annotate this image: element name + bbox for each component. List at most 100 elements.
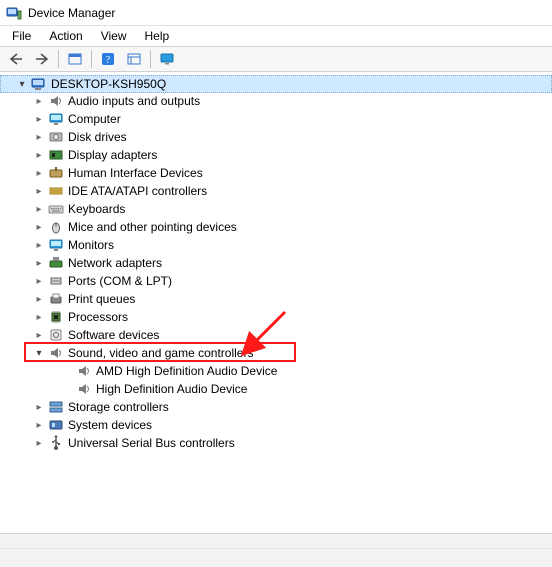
expander-icon[interactable]	[32, 418, 46, 432]
usb-icon	[48, 435, 64, 451]
properties-button[interactable]	[122, 48, 146, 70]
tree-item-label: Display adapters	[68, 148, 165, 162]
menu-action[interactable]: Action	[41, 28, 90, 44]
tree-category[interactable]: Computer	[0, 110, 552, 128]
tree-item-label: Mice and other pointing devices	[68, 220, 245, 234]
tree-item-label: DESKTOP-KSH950Q	[51, 77, 174, 91]
toolbar-separator	[150, 50, 151, 68]
tree-item-label: High Definition Audio Device	[96, 382, 255, 396]
tree-category[interactable]: Human Interface Devices	[0, 164, 552, 182]
tree-item-label: Network adapters	[68, 256, 170, 270]
printer-icon	[48, 291, 64, 307]
tree-device[interactable]: AMD High Definition Audio Device	[0, 362, 552, 380]
expander-icon[interactable]	[32, 202, 46, 216]
back-button[interactable]	[4, 48, 28, 70]
expander-icon[interactable]	[32, 346, 46, 360]
expander-icon[interactable]	[15, 77, 29, 91]
expander-spacer	[60, 382, 74, 396]
titlebar: Device Manager	[0, 0, 552, 26]
expander-icon[interactable]	[32, 148, 46, 162]
tree-item-label: Universal Serial Bus controllers	[68, 436, 243, 450]
tree-category[interactable]: IDE ATA/ATAPI controllers	[0, 182, 552, 200]
tree-category[interactable]: Monitors	[0, 236, 552, 254]
toolbar: ?	[0, 46, 552, 72]
expander-icon[interactable]	[32, 310, 46, 324]
expander-icon[interactable]	[32, 436, 46, 450]
help-button[interactable]: ?	[96, 48, 120, 70]
tree-device[interactable]: High Definition Audio Device	[0, 380, 552, 398]
expander-icon[interactable]	[32, 292, 46, 306]
computer-icon	[31, 76, 47, 92]
tree-item-label: Keyboards	[68, 202, 133, 216]
tree-item-label: AMD High Definition Audio Device	[96, 364, 285, 378]
expander-icon[interactable]	[32, 166, 46, 180]
tree-category[interactable]: Keyboards	[0, 200, 552, 218]
statusbar	[0, 533, 552, 567]
tree-category[interactable]: Processors	[0, 308, 552, 326]
speaker-icon	[76, 363, 92, 379]
ide-icon	[48, 183, 64, 199]
expander-icon[interactable]	[32, 130, 46, 144]
display-adapter-icon	[48, 147, 64, 163]
speaker-icon	[76, 381, 92, 397]
software-icon	[48, 327, 64, 343]
tree-item-label: IDE ATA/ATAPI controllers	[68, 184, 215, 198]
tree-category[interactable]: Audio inputs and outputs	[0, 92, 552, 110]
storage-icon	[48, 399, 64, 415]
tree-category[interactable]: Universal Serial Bus controllers	[0, 434, 552, 452]
expander-icon[interactable]	[32, 400, 46, 414]
expander-icon[interactable]	[32, 112, 46, 126]
tree-item-label: Disk drives	[68, 130, 135, 144]
monitor-icon	[48, 111, 64, 127]
tree-item-label: Monitors	[68, 238, 122, 252]
tree-item-label: Sound, video and game controllers	[68, 346, 261, 360]
expander-icon[interactable]	[32, 238, 46, 252]
expander-spacer	[60, 364, 74, 378]
scan-display-button[interactable]	[155, 48, 179, 70]
tree-pane[interactable]: DESKTOP-KSH950Q Audio inputs and outputs C…	[0, 74, 552, 531]
svg-text:?: ?	[106, 55, 111, 66]
expander-icon[interactable]	[32, 256, 46, 270]
expander-icon[interactable]	[32, 274, 46, 288]
network-icon	[48, 255, 64, 271]
tree-item-label: Audio inputs and outputs	[68, 94, 208, 108]
tree-item-label: Storage controllers	[68, 400, 177, 414]
menu-view[interactable]: View	[93, 28, 135, 44]
keyboard-icon	[48, 201, 64, 217]
system-icon	[48, 417, 64, 433]
expander-icon[interactable]	[32, 328, 46, 342]
tree-item-label: Computer	[68, 112, 129, 126]
tree-category[interactable]: Network adapters	[0, 254, 552, 272]
tree-item-label: Human Interface Devices	[68, 166, 211, 180]
tree-root[interactable]: DESKTOP-KSH950Q	[0, 75, 552, 93]
tree-category[interactable]: Storage controllers	[0, 398, 552, 416]
toolbar-separator	[58, 50, 59, 68]
toolbar-separator	[91, 50, 92, 68]
show-hidden-button[interactable]	[63, 48, 87, 70]
port-icon	[48, 273, 64, 289]
tree-category[interactable]: Sound, video and game controllers	[0, 344, 552, 362]
tree-category[interactable]: Print queues	[0, 290, 552, 308]
expander-icon[interactable]	[32, 184, 46, 198]
mouse-icon	[48, 219, 64, 235]
menu-help[interactable]: Help	[137, 28, 178, 44]
cpu-icon	[48, 309, 64, 325]
speaker-icon	[48, 345, 64, 361]
tree-category[interactable]: Software devices	[0, 326, 552, 344]
menubar: File Action View Help	[0, 26, 552, 46]
menu-file[interactable]: File	[4, 28, 39, 44]
tree-item-label: Ports (COM & LPT)	[68, 274, 180, 288]
tree-category[interactable]: Ports (COM & LPT)	[0, 272, 552, 290]
disk-icon	[48, 129, 64, 145]
hid-icon	[48, 165, 64, 181]
tree-category[interactable]: Disk drives	[0, 128, 552, 146]
expander-icon[interactable]	[32, 94, 46, 108]
tree-category[interactable]: Mice and other pointing devices	[0, 218, 552, 236]
speaker-icon	[48, 93, 64, 109]
window-title: Device Manager	[28, 6, 115, 20]
tree-category[interactable]: Display adapters	[0, 146, 552, 164]
tree-category[interactable]: System devices	[0, 416, 552, 434]
forward-button[interactable]	[30, 48, 54, 70]
expander-icon[interactable]	[32, 220, 46, 234]
monitor-icon	[48, 237, 64, 253]
